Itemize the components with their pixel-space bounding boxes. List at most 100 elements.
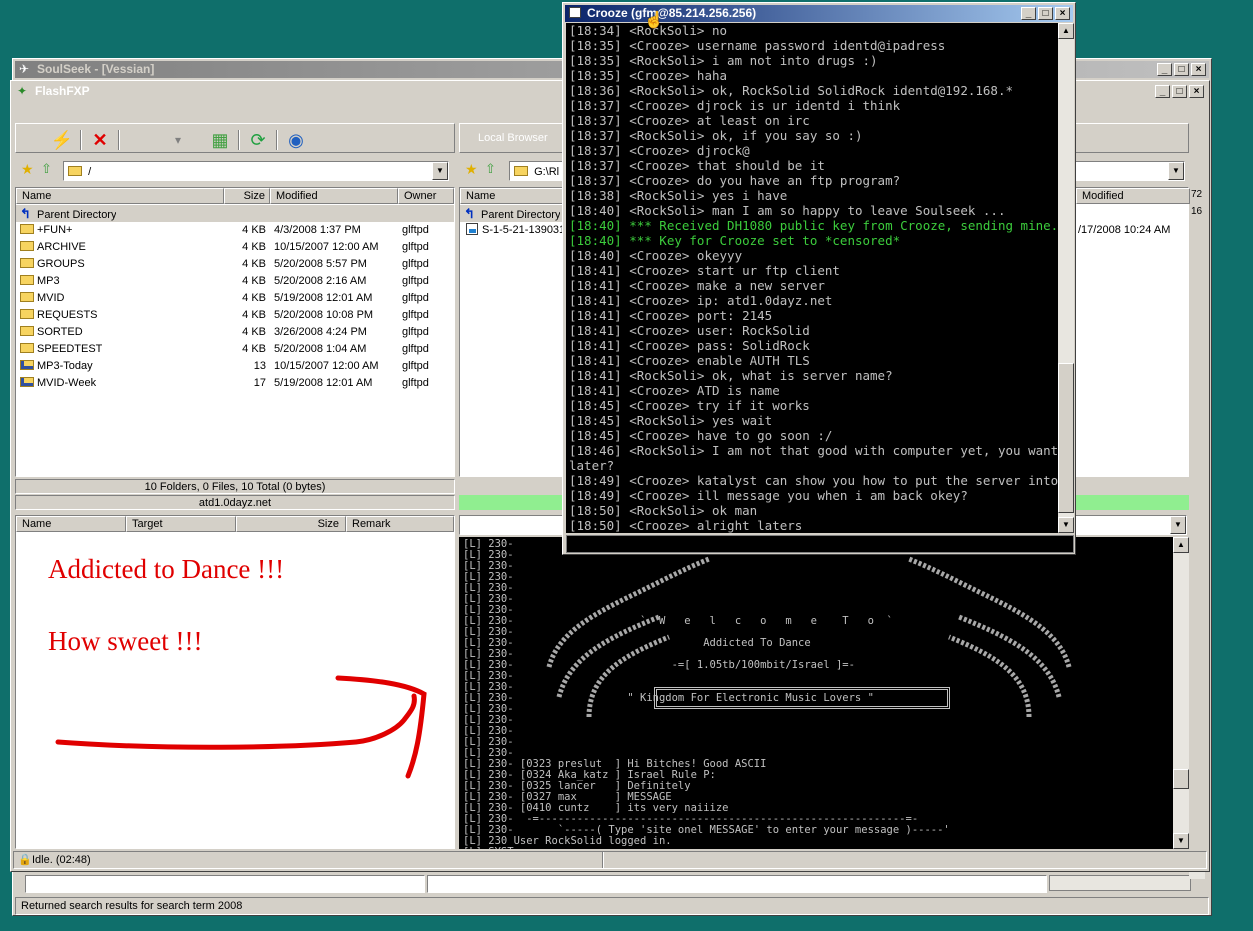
soulseek-bottom-input-left[interactable] [25,875,425,893]
file-modified: 5/19/2008 12:01 AM [274,292,373,304]
soulseek-bird-icon: ✈ [19,62,30,76]
folder-icon [20,224,34,234]
chat-message: [18:41] <Crooze> ip: atd1.0dayz.net [569,293,833,308]
status-text: Idle. (02:48) [32,854,91,866]
file-row[interactable]: MVID-Week 17 5/19/2008 12:01 AM glftpd [16,375,454,392]
disconnect-icon[interactable]: ✕ [88,128,112,152]
log-filter-dropdown-button[interactable]: ▼ [1170,516,1186,534]
chat-message: [18:37] <RockSoli> ok, if you say so :) [569,128,863,143]
file-row[interactable]: MVID 4 KB 5/19/2008 12:01 AM glftpd [16,290,454,307]
col-name-header[interactable]: Name [16,188,224,204]
remote-file-list[interactable]: Name Size Modified Owner ↰ Parent Directo… [15,187,455,477]
chat-input[interactable] [566,535,1074,553]
chat-message: [18:37] <Crooze> at least on irc [569,113,810,128]
folder-link-icon [20,377,34,387]
file-name: ARCHIVE [37,241,86,253]
log-line: [L] 230 User RockSolid logged in. [463,835,672,847]
folder-icon [20,343,34,353]
queue-panel[interactable]: Name Target Size Remark Addicted to Danc… [15,515,455,849]
file-modified: 4/3/2008 1:37 PM [274,224,361,236]
chat-message: [18:38] <RockSoli> yes i have [569,188,788,203]
folder-icon [68,166,82,176]
folder-icon [514,166,528,176]
refresh-icon[interactable]: ⟳ [246,128,270,152]
file-owner: glftpd [402,377,429,389]
log-scrollbar[interactable]: ▲ ▼ [1173,537,1189,849]
file-row[interactable]: MP3-Today 13 10/15/2007 12:00 AM glftpd [16,358,454,375]
chat-message: [18:41] <Crooze> start ur ftp client [569,263,840,278]
soulseek-hscroll[interactable] [1049,875,1191,891]
file-modified: 10/15/2007 12:00 AM [274,360,379,372]
parent-directory-icon: ↰ [20,206,31,221]
file-owner: glftpd [402,224,429,236]
right-favorite-star-icon[interactable]: ★ [465,161,478,178]
soulseek-close-button[interactable]: × [1191,63,1206,76]
chat-maximize-button[interactable]: □ [1038,7,1053,20]
parent-directory-row[interactable]: ↰ Parent Directory [16,205,454,222]
ftp-log[interactable]: [L] 230- [L] 230- [L] 230- [L] 230- [L] 230-… [459,537,1173,849]
soulseek-bottom-input-mid[interactable] [427,875,1047,893]
soulseek-minimize-button[interactable]: _ [1157,63,1172,76]
chat-message: [18:37] <Crooze> that should be it [569,158,825,173]
flashfxp-maximize-button[interactable]: □ [1172,85,1187,98]
queue-icon[interactable]: ▦ [208,128,232,152]
chat-message: [18:37] <Crooze> djrock is ur identd i t… [569,98,901,113]
file-size: 4 KB [242,241,266,253]
file-name: SORTED [37,326,83,338]
globe-icon[interactable]: ◉ [284,128,308,152]
chat-message: [18:36] <RockSoli> ok, RockSolid SolidRo… [569,83,1014,98]
file-row[interactable]: SORTED 4 KB 3/26/2008 4:24 PM glftpd [16,324,454,341]
left-favorite-star-icon[interactable]: ★ [21,161,34,178]
chat-titlebar[interactable]: Crooze (gfm@85.214.256.256) _ □ × [565,5,1073,22]
col-owner-header[interactable]: Owner [398,188,454,204]
right-col-name-header[interactable]: Name [460,188,570,204]
file-row[interactable]: REQUESTS 4 KB 5/20/2008 10:08 PM glftpd [16,307,454,324]
chat-message: [18:40] <Crooze> okeyyy [569,248,743,263]
chat-message: [18:41] <Crooze> pass: SolidRock [569,338,810,353]
file-modified: 5/20/2008 1:04 AM [274,343,367,355]
chat-messages[interactable]: [18:34] <RockSoli> no [18:35] <Crooze> us… [566,23,1058,533]
chat-minimize-button[interactable]: _ [1021,7,1036,20]
file-row[interactable]: ARCHIVE 4 KB 10/15/2007 12:00 AM glftpd [16,239,454,256]
left-up-folder-icon[interactable]: ⇧ [41,161,52,177]
flashfxp-status-bar: 🔒 Idle. (02:48) [13,851,1207,869]
right-col-modified-header[interactable]: Modified [1076,188,1190,204]
remote-summary: 10 Folders, 0 Files, 10 Total (0 bytes) [15,479,455,494]
chat-scrollbar[interactable]: ▲ ▼ [1058,23,1074,533]
right-up-folder-icon[interactable]: ⇧ [485,161,496,177]
local-browser-label[interactable]: Local Browser [478,132,548,144]
chat-message: [18:49] <Crooze> katalyst can show you h… [569,473,1058,488]
file-owner: glftpd [402,292,429,304]
soulseek-maximize-button[interactable]: □ [1174,63,1189,76]
flashfxp-minimize-button[interactable]: _ [1155,85,1170,98]
chat-message: [18:37] <Crooze> do you have an ftp prog… [569,173,901,188]
flashfxp-close-button[interactable]: × [1189,85,1204,98]
log-line: [L] SYST [463,847,1169,850]
col-modified-header[interactable]: Modified [270,188,398,204]
folder-icon [20,292,34,302]
flashfxp-title: FlashFXP [35,84,90,98]
chat-close-button[interactable]: × [1055,7,1070,20]
file-row[interactable]: +FUN+ 4 KB 4/3/2008 1:37 PM glftpd [16,222,454,239]
log-line: [L] 230- [463,725,514,737]
chat-window-icon [569,7,581,18]
file-row[interactable]: SPEEDTEST 4 KB 5/20/2008 1:04 AM glftpd [16,341,454,358]
col-size-header[interactable]: Size [224,188,270,204]
soulseek-status-bar: Returned search results for search term … [15,897,1209,915]
transfer-icon[interactable]: ▾ [166,128,190,152]
right-edge-num-1: 72 [1191,189,1203,200]
right-parent-directory-row[interactable]: ↰ Parent Directory [460,205,570,222]
connect-icon[interactable]: ⚡ [50,128,74,152]
file-row[interactable]: MP3 4 KB 5/20/2008 2:16 AM glftpd [16,273,454,290]
file-row[interactable]: GROUPS 4 KB 5/20/2008 5:57 PM glftpd [16,256,454,273]
left-path-value: / [88,166,92,178]
chat-message: [18:37] <Crooze> djrock@ [569,143,750,158]
folder-icon [20,275,34,285]
right-path-dropdown-button[interactable]: ▼ [1168,162,1184,180]
folder-icon [20,241,34,251]
left-path-dropdown-button[interactable]: ▼ [432,162,448,180]
file-owner: glftpd [402,326,429,338]
chat-message: [18:40] <RockSoli> man I am so happy to … [569,203,1006,218]
left-path-combo[interactable]: / ▼ [63,161,449,181]
file-modified: 5/19/2008 12:01 AM [274,377,373,389]
